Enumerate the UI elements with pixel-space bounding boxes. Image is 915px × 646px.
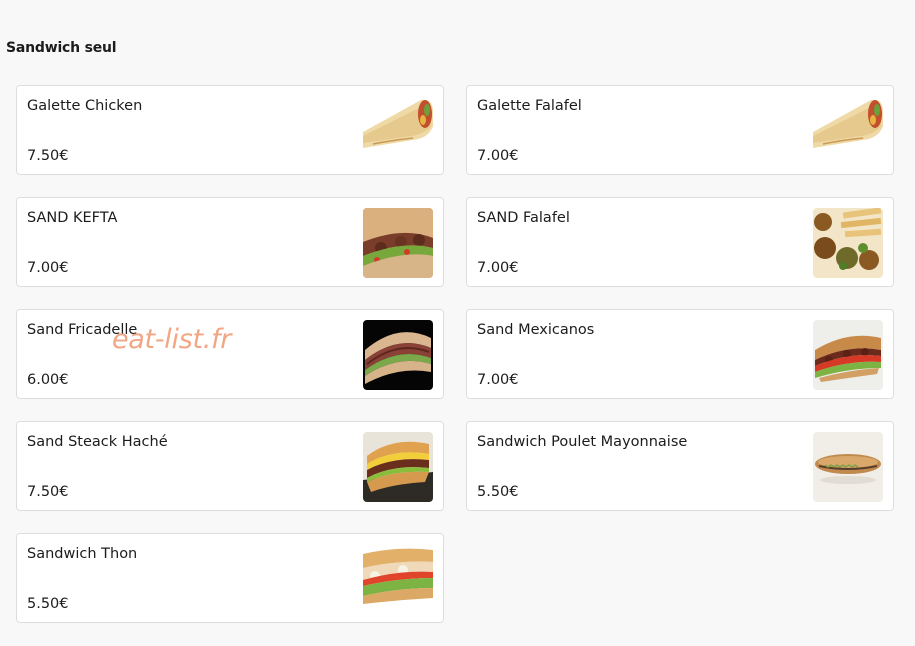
item-price: 7.00€: [477, 148, 519, 164]
falafel-image: [813, 208, 883, 278]
menu-item-card[interactable]: Sand Fricadelle 6.00€: [16, 309, 444, 399]
item-name: Sandwich Poulet Mayonnaise: [477, 434, 688, 450]
menu-item-card[interactable]: Sandwich Thon 5.50€: [16, 533, 444, 623]
section-title: Sandwich seul: [6, 40, 117, 56]
item-name: Galette Chicken: [27, 98, 143, 114]
menu-item-card[interactable]: SAND KEFTA 7.00€: [16, 197, 444, 287]
item-price: 5.50€: [477, 484, 519, 500]
item-name: Galette Falafel: [477, 98, 582, 114]
item-price: 7.00€: [27, 260, 69, 276]
item-price: 6.00€: [27, 372, 69, 388]
wrap-image: [363, 96, 433, 166]
item-price: 7.00€: [477, 372, 519, 388]
item-name: Sand Fricadelle: [27, 322, 138, 338]
item-price: 7.50€: [27, 484, 69, 500]
menu-item-card[interactable]: Sand Steack Haché 7.50€: [16, 421, 444, 511]
menu-item-card[interactable]: Sand Mexicanos 7.00€: [466, 309, 894, 399]
menu-item-card[interactable]: SAND Falafel 7.00€: [466, 197, 894, 287]
item-price: 5.50€: [27, 596, 69, 612]
menu-item-card[interactable]: Sandwich Poulet Mayonnaise 5.50€: [466, 421, 894, 511]
wrap-image: [813, 96, 883, 166]
menu-item-card[interactable]: Galette Falafel 7.00€: [466, 85, 894, 175]
item-name: Sandwich Thon: [27, 546, 138, 562]
fricadelle-sandwich-image: [363, 320, 433, 390]
item-name: Sand Steack Haché: [27, 434, 168, 450]
item-name: SAND Falafel: [477, 210, 570, 226]
mexicanos-sandwich-image: [813, 320, 883, 390]
kefta-sandwich-image: [363, 208, 433, 278]
steak-sandwich-image: [363, 432, 433, 502]
item-name: SAND KEFTA: [27, 210, 118, 226]
item-price: 7.50€: [27, 148, 69, 164]
menu-item-card[interactable]: Galette Chicken 7.50€: [16, 85, 444, 175]
item-name: Sand Mexicanos: [477, 322, 595, 338]
tuna-sandwich-image: [363, 544, 433, 614]
chicken-mayo-sandwich-image: [813, 432, 883, 502]
item-price: 7.00€: [477, 260, 519, 276]
